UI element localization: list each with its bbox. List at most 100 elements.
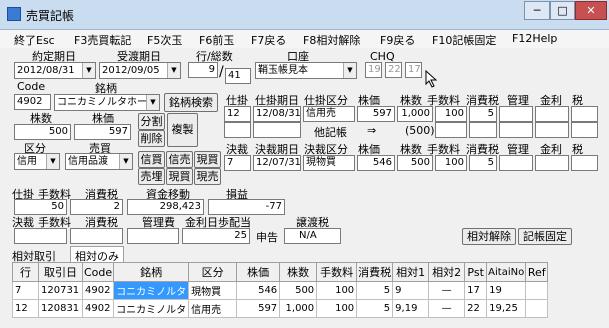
fix-entry-button[interactable]: 記帳固定 — [518, 228, 572, 245]
menu-exit[interactable]: 終了Esc — [14, 32, 55, 48]
open-tax-field-2 — [469, 122, 497, 138]
col-pair2[interactable]: 相対2 — [428, 262, 466, 282]
col-tax[interactable]: 消費税 — [356, 262, 394, 282]
col-price[interactable]: 株価 — [236, 262, 281, 282]
close-button[interactable]: ✕ — [575, 1, 607, 20]
col-name[interactable]: 銘柄 — [113, 262, 190, 282]
col-code[interactable]: Code — [81, 262, 115, 282]
col-ref[interactable]: Ref — [525, 262, 549, 282]
delete-button[interactable]: 削除 — [138, 130, 165, 147]
cell-price: 546 — [236, 281, 281, 300]
close-tax-field: 5 — [469, 155, 497, 171]
summary-transfer-tax-field: N/A — [284, 228, 341, 244]
cell-name: コニカミノルタ — [113, 281, 190, 300]
menu-next[interactable]: F5次玉 — [147, 32, 182, 48]
qty-field[interactable]: 500 — [14, 124, 71, 140]
release-pair-button[interactable]: 相対解除 — [462, 228, 516, 245]
table-row[interactable]: 7 120731 4902 コニカミノルタ 現物買 546 500 100 5 … — [12, 281, 549, 300]
genbai-button[interactable]: 現買 — [166, 168, 193, 185]
cell-aitaino: 19 — [486, 281, 527, 300]
slash-separator: / — [219, 64, 224, 80]
minimize-button[interactable]: ─ — [524, 1, 550, 20]
cell-ref — [525, 281, 549, 300]
open-date-field-2 — [253, 122, 301, 138]
chevron-down-icon: ▼ — [167, 63, 180, 78]
copy-button[interactable]: 複製 — [167, 113, 198, 147]
chq-field-3: 17 — [405, 62, 422, 78]
arrow-right-icon: ⇒ — [367, 124, 377, 137]
col-fee[interactable]: 手数料 — [316, 262, 358, 282]
close-interest-field — [535, 155, 569, 171]
table-row[interactable]: 12 120831 4902 コニカミノルタ 信用売 597 1,000 100… — [12, 299, 549, 318]
close-qty-field: 500 — [397, 155, 433, 171]
shinuri-button[interactable]: 信売 — [166, 151, 193, 168]
summary-pl-field: -77 — [208, 199, 285, 215]
menu-bar: 終了Esc F3売買転記 F5次玉 F6前玉 F7戻る F8相対解除 F9戻る … — [0, 30, 609, 48]
baiuri-button[interactable]: 売埋 — [138, 168, 165, 185]
menu-transfer[interactable]: F3売買転記 — [74, 32, 131, 48]
cell-aitaino: 19,25 — [486, 299, 527, 318]
code-field[interactable]: 4902 — [14, 94, 51, 110]
baibai-select[interactable]: 信用品渡 ▼ — [65, 153, 133, 170]
menu-back2[interactable]: F9戻る — [380, 32, 415, 48]
chq-field-2: 22 — [385, 62, 402, 78]
col-kubun[interactable]: 区分 — [188, 262, 238, 282]
account-select[interactable]: 鞘玉帳見本 ▼ — [255, 62, 357, 79]
declared-label: 申告 — [256, 231, 278, 244]
cell-kubun: 信用売 — [188, 299, 238, 318]
open-kubun-field: 信用売 — [303, 106, 355, 122]
chevron-down-icon: ▼ — [146, 95, 159, 110]
cell-date: 120731 — [38, 281, 83, 300]
close-fee-field: 100 — [435, 155, 467, 171]
baibai-value: 信用品渡 — [68, 156, 108, 167]
cell-pair2: — — [428, 281, 466, 300]
chevron-down-icon: ▼ — [46, 154, 59, 169]
open-fee-field: 100 — [435, 106, 467, 122]
cell-qty: 1,000 — [279, 299, 318, 318]
cell-pair1: 9 — [392, 281, 430, 300]
open-interest-field-2 — [535, 122, 569, 138]
price-field[interactable]: 597 — [74, 124, 131, 140]
menu-back[interactable]: F7戻る — [251, 32, 286, 48]
account-value: 鞘玉帳見本 — [258, 65, 308, 76]
genuri-button[interactable]: 現売 — [194, 168, 221, 185]
menu-help[interactable]: F12Help — [512, 32, 557, 45]
close-zei-field — [571, 155, 598, 171]
summary-tax2-field — [70, 228, 123, 244]
contract-date-picker[interactable]: 2012/08/31 ▼ — [14, 62, 96, 79]
close-price-field: 546 — [357, 155, 395, 171]
col-row[interactable]: 行 — [12, 262, 39, 282]
menu-fix[interactable]: F10記帳固定 — [432, 32, 496, 48]
menu-release[interactable]: F8相対解除 — [303, 32, 360, 48]
cell-pst: 22 — [464, 299, 488, 318]
col-aitaino[interactable]: AitaiNo — [486, 262, 527, 282]
kubun-select[interactable]: 信用 ▼ — [14, 153, 60, 170]
open-tax-field: 5 — [469, 106, 497, 122]
row-number-field[interactable]: 9 — [188, 62, 218, 78]
open-zei-field — [571, 106, 598, 122]
split-button[interactable]: 分割 — [138, 113, 165, 130]
chevron-down-icon: ▼ — [82, 63, 95, 78]
table-header-row: 行 取引日 Code 銘柄 区分 株価 株数 手数料 消費税 相対1 相対2 P… — [12, 262, 549, 282]
shinkai-button[interactable]: 信買 — [138, 151, 165, 168]
cell-price: 597 — [236, 299, 281, 318]
summary-transfer-field: 298,423 — [127, 199, 204, 215]
close-mgmt-field — [499, 155, 533, 171]
open-mgmt-field — [499, 106, 533, 122]
app-icon — [7, 7, 21, 21]
cell-row: 7 — [12, 281, 39, 300]
stock-name-select[interactable]: コニカミノルタホー ▼ — [54, 94, 160, 111]
col-qty[interactable]: 株数 — [279, 262, 318, 282]
open-interest-field — [535, 106, 569, 122]
col-pst[interactable]: Pst — [464, 262, 488, 282]
stock-search-button[interactable]: 銘柄検索 — [164, 93, 218, 112]
settle-date-picker[interactable]: 2012/09/05 ▼ — [99, 62, 181, 79]
other-qty-label: (500) — [405, 124, 435, 137]
col-pair1[interactable]: 相対1 — [392, 262, 430, 282]
menu-prev[interactable]: F6前玉 — [199, 32, 234, 48]
maximize-button[interactable]: □ — [550, 1, 575, 20]
col-date[interactable]: 取引日 — [38, 262, 83, 282]
cell-code: 4902 — [81, 299, 115, 318]
genkai-button[interactable]: 現買 — [194, 151, 221, 168]
settle-date-value: 2012/09/05 — [102, 65, 160, 76]
